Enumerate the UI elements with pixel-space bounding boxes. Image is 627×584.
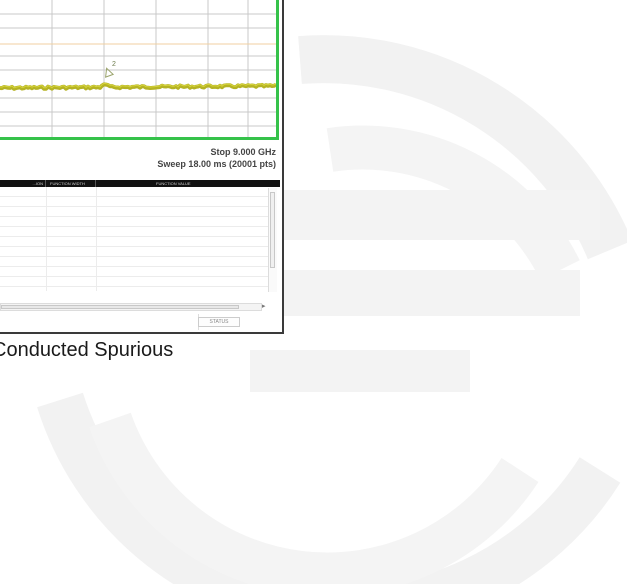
horizontal-scrollbar-thumb[interactable] xyxy=(1,305,239,309)
table-row xyxy=(0,206,268,207)
column-header-function-width: FUNCTION WIDTH xyxy=(46,180,96,187)
scroll-right-arrow-icon[interactable]: ▸ xyxy=(262,302,266,310)
table-row xyxy=(0,256,268,257)
plot-grid xyxy=(0,0,276,137)
table-column-divider xyxy=(46,187,47,291)
table-row xyxy=(0,236,268,237)
table-row xyxy=(0,286,268,287)
table-row xyxy=(0,276,268,277)
sweep-time-readout: Sweep 18.00 ms (20001 pts) xyxy=(157,159,276,169)
marker-number: 2 xyxy=(112,61,116,68)
vertical-scrollbar[interactable] xyxy=(268,188,277,292)
figure-caption: Conducted Spurious xyxy=(0,339,174,361)
table-column-divider xyxy=(96,187,97,291)
marker-table-header: ...ION FUNCTION WIDTH FUNCTION VALUE xyxy=(0,180,280,187)
spectrum-analyzer-screenshot: 2 Stop 9.000 GHz Sweep 18.00 ms (20001 p… xyxy=(0,0,284,334)
spectrum-trace-canvas: 2 xyxy=(0,0,276,137)
table-row xyxy=(0,246,268,247)
table-row xyxy=(0,266,268,267)
marker-table-body xyxy=(0,187,268,291)
horizontal-scrollbar[interactable] xyxy=(0,303,262,311)
table-row xyxy=(0,216,268,217)
vertical-scrollbar-thumb[interactable] xyxy=(270,192,275,268)
stop-frequency-readout: Stop 9.000 GHz xyxy=(210,147,276,157)
table-row xyxy=(0,226,268,227)
column-header-function: ...ION xyxy=(0,180,46,187)
table-row xyxy=(0,196,268,197)
status-button[interactable]: STATUS xyxy=(198,317,240,327)
spectrum-plot: 2 xyxy=(0,0,279,140)
column-header-function-value: FUNCTION VALUE xyxy=(156,181,191,186)
marker-icon[interactable]: 2 xyxy=(103,61,116,78)
